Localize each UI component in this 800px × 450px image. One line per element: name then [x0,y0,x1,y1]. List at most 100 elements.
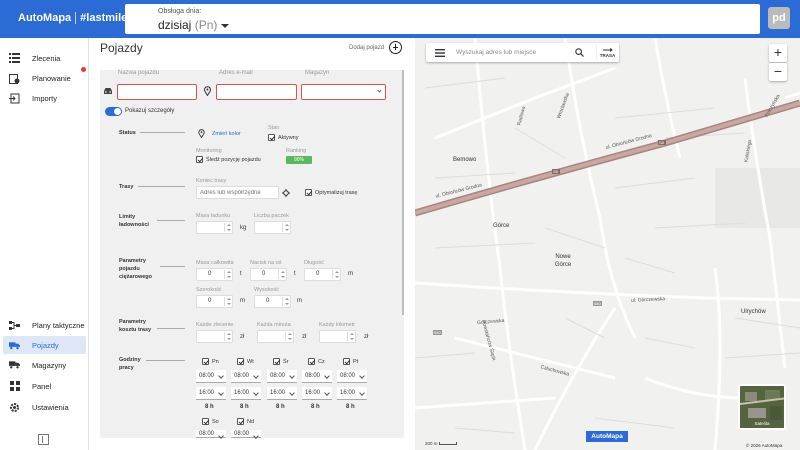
day-checkbox[interactable] [202,418,209,425]
stepper-icon[interactable] [282,297,289,306]
per-minute-input[interactable] [257,330,294,343]
warehouse-select[interactable] [301,84,386,100]
target-icon[interactable] [282,189,290,197]
day-checkbox[interactable] [202,358,209,365]
start-time-select[interactable]: 08:00 [302,370,332,383]
day-checkbox[interactable] [273,358,280,365]
change-color-link[interactable]: Zmień kolor [212,131,241,137]
per-km-input[interactable] [319,330,356,343]
stepper-icon[interactable] [332,270,339,279]
sidebar-item-imports[interactable]: Importy [3,89,86,107]
day-label: Wt [247,359,254,365]
packages-input[interactable] [254,221,291,234]
sidebar-item-dashboard[interactable]: Panel [3,377,86,395]
end-time-select[interactable]: 16:00 [231,387,261,400]
day-hours: 8 h [276,404,285,410]
collapse-sidebar-icon[interactable] [38,434,49,445]
menu-icon[interactable] [435,49,445,57]
axle-load-input[interactable]: 0 [250,268,287,281]
map-scale: 200 m [425,441,457,446]
start-time-select[interactable]: 08:00 [196,370,226,383]
satellite-label: Satelita [754,421,770,426]
state-label: Stan [268,125,280,131]
map-search-bar[interactable]: Wyszukaj adres lub miejsce TRASA [426,43,619,62]
total-mass-value: 0 [208,271,212,277]
panel-scrollbar[interactable] [402,70,404,315]
total-mass-input[interactable]: 0 [196,268,233,281]
end-time-select[interactable]: 16:00 [302,387,332,400]
sidebar-item-orders[interactable]: Zlecenia [3,49,86,67]
length-value: 0 [316,271,320,277]
day-value: dzisiaj [158,18,192,32]
sidebar-item-planning[interactable]: Planowanie [3,67,86,87]
search-input[interactable]: Wyszukaj adres lub miejsce [456,49,536,56]
active-checkbox[interactable] [268,134,275,141]
per-stop-input[interactable] [196,330,233,343]
section-divider [157,220,185,221]
width-input[interactable]: 0 [196,295,233,308]
start-time-select[interactable]: 08:00 [231,370,261,383]
day-label: Śr [283,359,289,365]
height-input[interactable]: 0 [254,295,291,308]
length-unit: m [348,271,353,277]
end-time-select[interactable]: 16:00 [196,387,226,400]
optimize-route-checkbox[interactable] [305,189,312,196]
list-icon [9,53,20,64]
stepper-icon[interactable] [282,223,289,232]
day-label: Pt [353,359,359,365]
email-field[interactable] [216,84,297,100]
day-checkbox[interactable] [237,418,244,425]
location-pin-icon [204,86,211,96]
ranking-label: Ranking [286,148,307,154]
add-vehicle-label[interactable]: Dodaj pojazd [349,45,384,51]
section-label-status: Status [119,130,136,136]
page-title: Pojazdy [100,41,143,55]
per-minute-currency: zł [302,334,307,340]
day-selector[interactable]: Obsługa dnia: dzisiaj (Pn) [125,4,760,34]
vehicle-name-input[interactable] [117,84,197,100]
start-time-select[interactable]: 08:00 [337,370,367,383]
sidebar: Zlecenia Planowanie Importy Plany taktyc… [0,38,89,450]
start-time-select[interactable]: 08:00 [231,430,261,438]
route-button[interactable]: TRASA [596,45,618,60]
add-vehicle-button[interactable] [389,41,402,54]
stepper-icon[interactable] [278,270,285,279]
stepper-icon[interactable] [224,332,231,341]
sidebar-item-vehicles[interactable]: Pojazdy [3,336,86,354]
import-icon [9,93,20,104]
end-time-select[interactable]: 16:00 [267,387,297,400]
track-position-checkbox[interactable] [196,156,203,163]
sidebar-item-warehouses[interactable]: Magazyny [3,356,86,374]
sidebar-item-settings[interactable]: Ustawienia [3,398,86,416]
route-end-label: Koniec trasy [196,178,227,184]
stepper-icon[interactable] [224,297,231,306]
sidebar-item-tactical-plans[interactable]: Plany taktyczne [3,316,86,334]
day-checkbox[interactable] [237,358,244,365]
sidebar-item-label: Panel [32,381,52,391]
start-time-select[interactable]: 08:00 [267,370,297,383]
stepper-icon[interactable] [224,223,231,232]
length-input[interactable]: 0 [304,268,341,281]
route-end-input[interactable] [196,186,279,199]
end-time-select[interactable]: 16:00 [337,387,367,400]
show-details-toggle[interactable] [105,107,122,116]
active-label: Aktywny [278,135,299,141]
app-logo[interactable]: AutoMapa #lastmile [18,12,127,25]
avatar[interactable]: pd [768,7,790,29]
day-checkbox[interactable] [343,358,350,365]
stepper-icon[interactable] [224,270,231,279]
zoom-out-button[interactable]: − [769,63,787,81]
zoom-in-button[interactable]: + [769,44,787,62]
sidebar-item-label: Planowanie [32,73,71,83]
map-copyright: © 2026 AutoMapa [746,443,783,448]
width-value: 0 [208,298,212,304]
search-icon[interactable] [575,48,584,57]
sidebar-item-label: Importy [32,93,58,103]
start-time-select[interactable]: 08:00 [196,430,226,438]
day-checkbox[interactable] [308,358,315,365]
weight-input[interactable] [196,221,233,234]
satellite-toggle[interactable]: Satelita [738,384,786,430]
day-selector-label: Obsługa dnia: [158,8,202,15]
stepper-icon[interactable] [347,332,354,341]
stepper-icon[interactable] [285,332,292,341]
